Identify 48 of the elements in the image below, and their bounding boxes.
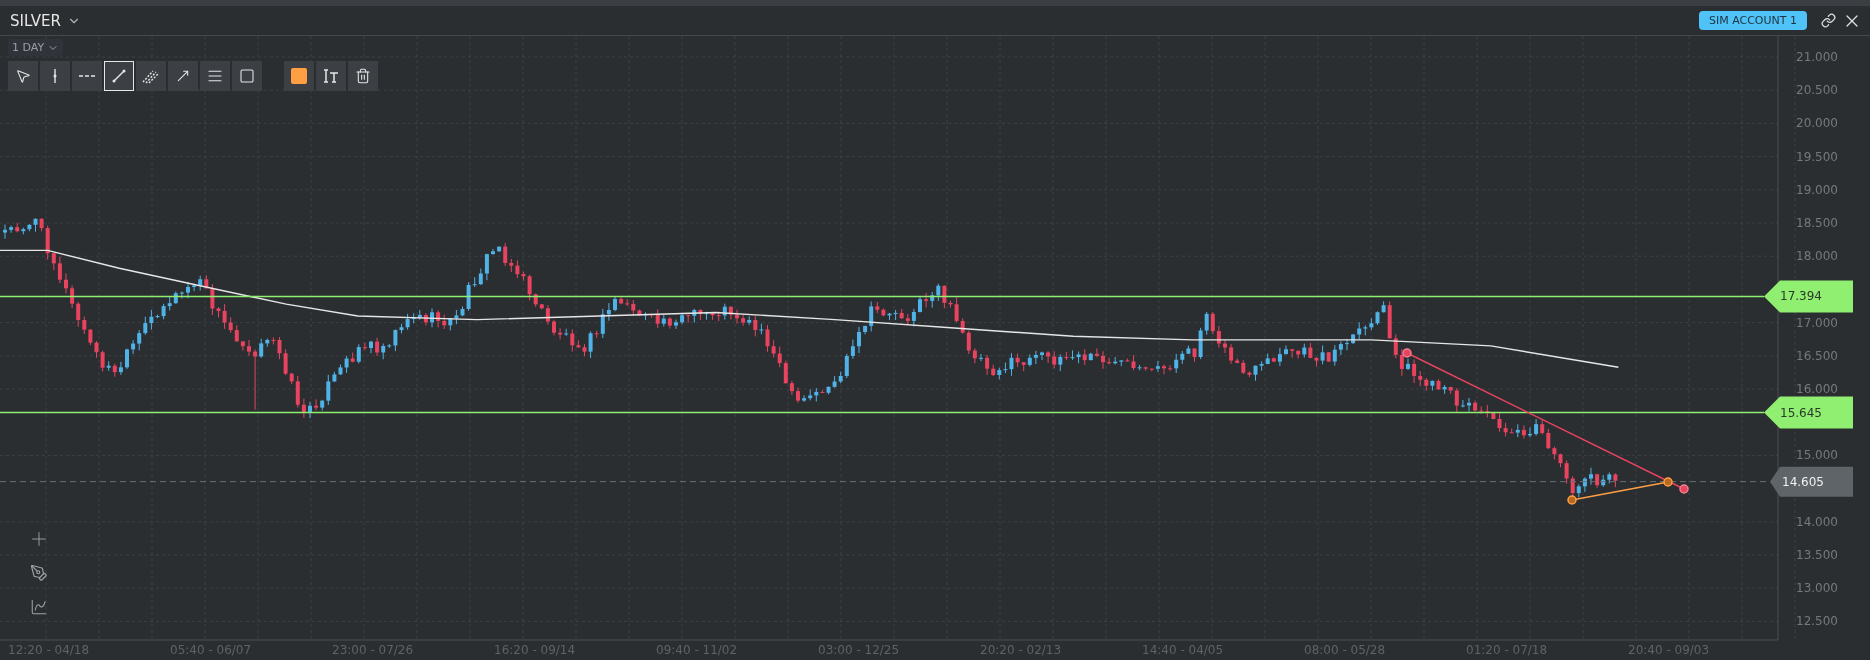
price-axis-label: 13.000	[1796, 581, 1838, 596]
price-level-label: 15.645	[1780, 405, 1822, 420]
symbol-title[interactable]: SILVER	[10, 11, 61, 30]
diagonal-line-icon	[111, 68, 127, 84]
account-badge[interactable]: SIM ACCOUNT 1	[1698, 11, 1807, 30]
price-level-tag[interactable]	[1764, 396, 1853, 429]
price-axis-label: 17.000	[1796, 315, 1838, 330]
lines-icon	[207, 68, 223, 84]
price-axis-label: 21.000	[1796, 50, 1838, 64]
color-picker-button[interactable]	[284, 61, 314, 91]
price-axis-label: 19.000	[1796, 182, 1838, 197]
price-axis-label: 16.000	[1796, 382, 1838, 396]
timeframe-dropdown[interactable]: 1 DAY	[8, 39, 64, 56]
price-axis-label: 18.000	[1796, 249, 1838, 264]
arrow-icon	[175, 68, 191, 84]
parallel-lines-icon	[142, 68, 160, 84]
price-axis-label: 20.500	[1796, 83, 1838, 98]
trash-icon	[355, 68, 371, 84]
trend-line[interactable]	[1567, 477, 1673, 505]
delete-button[interactable]	[348, 61, 378, 91]
line-chart-icon	[30, 598, 48, 616]
price-axis-label: 15.000	[1796, 448, 1838, 463]
last-price-label: 14.605	[1782, 474, 1824, 489]
price-axis-label: 13.500	[1796, 548, 1838, 562]
link-icon[interactable]	[1821, 13, 1836, 28]
price-axis-label: 14.000	[1796, 514, 1838, 529]
text-tool-button[interactable]	[316, 61, 346, 91]
horizontal-level-line[interactable]	[0, 411, 1765, 414]
price-axis-label: 19.500	[1796, 149, 1838, 164]
drawing-tool-button[interactable]	[40, 61, 70, 91]
pen-icon	[30, 564, 48, 582]
price-axis-label: 18.500	[1796, 216, 1838, 230]
drawing-tool-button[interactable]	[8, 61, 38, 91]
price-axis-label: 16.500	[1796, 348, 1838, 363]
horizontal-line-icon	[79, 75, 95, 77]
price-axis-label: 12.500	[1796, 614, 1838, 629]
price-level-label: 17.394	[1780, 289, 1822, 304]
pointer-icon	[15, 68, 31, 84]
drawing-tool-button[interactable]	[136, 61, 166, 91]
price-axis-label: 20.000	[1796, 116, 1838, 131]
drawing-tool-button[interactable]	[200, 61, 230, 91]
text-cursor-icon	[322, 68, 340, 84]
square-icon	[239, 68, 255, 84]
horizontal-level-line[interactable]	[0, 295, 1765, 298]
drawing-tool-button[interactable]	[232, 61, 262, 91]
trend-line[interactable]	[1402, 348, 1689, 494]
drawing-tool-button[interactable]	[72, 61, 102, 91]
price-level-tag[interactable]	[1764, 280, 1853, 313]
